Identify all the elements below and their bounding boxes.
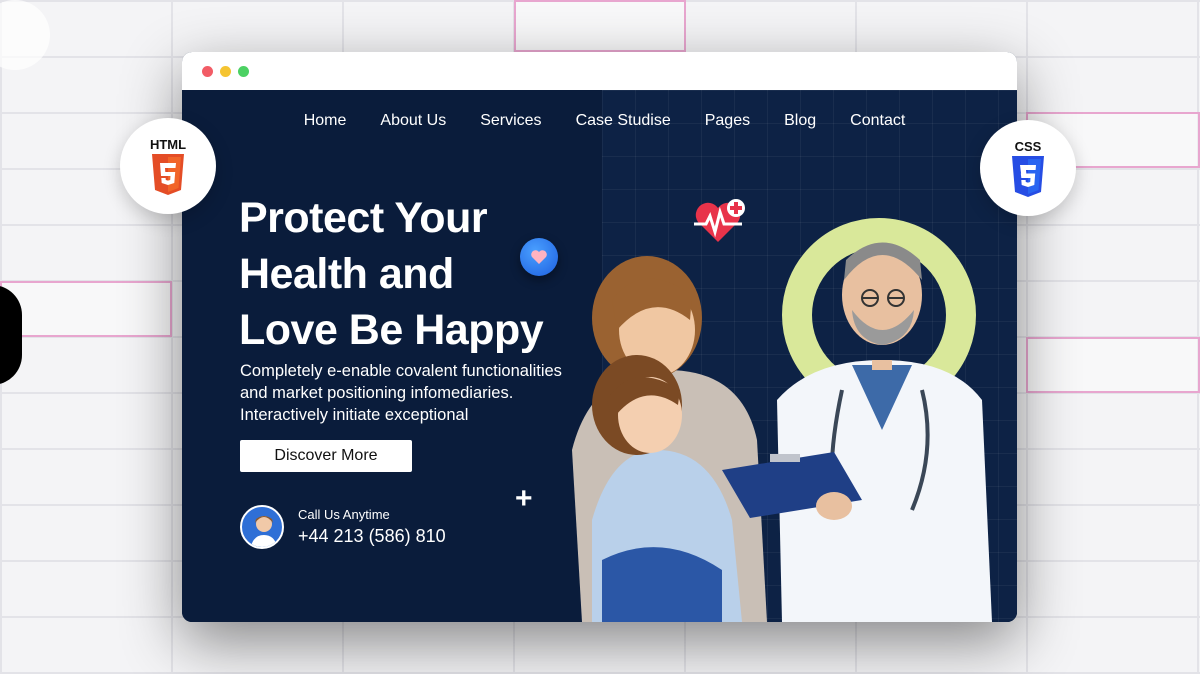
headline-line: Love Be Happy [239, 306, 544, 354]
heart-bubble-icon [520, 238, 558, 276]
html5-logo-icon [152, 153, 184, 195]
nav-item-pages[interactable]: Pages [705, 112, 750, 130]
decorative-frame [1026, 337, 1200, 393]
html-badge-label: HTML [149, 136, 187, 152]
nav-item-contact[interactable]: Contact [850, 112, 905, 130]
browser-titlebar [182, 52, 1017, 90]
nav-item-home[interactable]: Home [304, 112, 347, 130]
description-line: Completely e-enable covalent functionali… [240, 362, 562, 380]
close-window-dot[interactable] [202, 65, 213, 77]
contact-avatar [240, 505, 284, 549]
nav-item-services[interactable]: Services [480, 112, 541, 130]
maximize-window-dot[interactable] [238, 65, 249, 77]
decorative-frame [514, 0, 686, 52]
headline-line: Protect Your [239, 194, 488, 242]
css-badge-label: CSS [1014, 138, 1042, 154]
phone-number[interactable]: +44 213 (586) 810 [298, 526, 446, 547]
browser-window: Home About Us Services Case Studise Page… [182, 52, 1017, 622]
decorative-frame [0, 281, 172, 337]
plus-icon: + [515, 482, 533, 515]
description-line: Interactively initiate exceptional [240, 406, 469, 424]
hero-description: Completely e-enable covalent functionali… [240, 360, 580, 426]
nav-item-blog[interactable]: Blog [784, 112, 816, 130]
css3-badge: CSS [980, 120, 1076, 216]
nav-item-case-studies[interactable]: Case Studise [576, 112, 671, 130]
decorative-circle [0, 0, 50, 70]
html5-badge: HTML [120, 118, 216, 214]
call-us-block: Call Us Anytime +44 213 (586) 810 [240, 505, 446, 549]
description-line: and market positioning infomediaries. [240, 384, 514, 402]
hero-section: Home About Us Services Case Studise Page… [182, 90, 1017, 622]
call-us-label: Call Us Anytime [298, 507, 390, 522]
main-nav: Home About Us Services Case Studise Page… [182, 90, 1017, 152]
discover-more-button[interactable]: Discover More [240, 440, 412, 472]
minimize-window-dot[interactable] [220, 65, 231, 77]
css3-logo-icon [1012, 155, 1044, 197]
hero-illustration [572, 242, 992, 622]
nav-item-about-us[interactable]: About Us [380, 112, 446, 130]
